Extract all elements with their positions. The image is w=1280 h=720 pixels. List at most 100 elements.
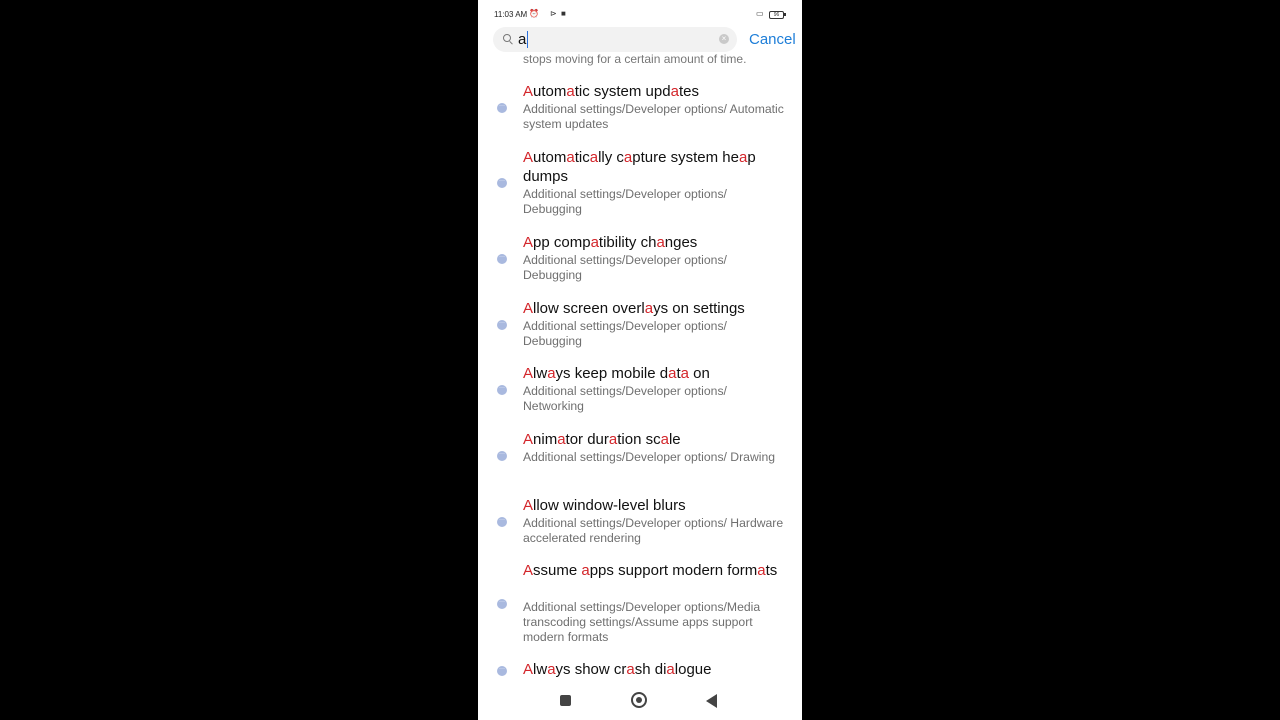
result-title-segment: ts xyxy=(765,562,778,579)
result-title: App compatibility changes xyxy=(523,233,793,252)
battery-icon: 96 xyxy=(769,11,784,19)
result-title-segment: A xyxy=(523,149,534,166)
result-title-segment: ys show cr xyxy=(555,661,627,678)
clear-icon[interactable]: × xyxy=(719,34,729,44)
result-title: Assume apps support modern formats xyxy=(523,561,793,580)
result-title-segment: A xyxy=(523,497,534,514)
partial-result-text: stops moving for a certain amount of tim… xyxy=(523,52,747,66)
result-settings-icon: ··· xyxy=(497,253,507,264)
result-title-segment: a xyxy=(608,431,618,448)
search-input[interactable]: a × xyxy=(493,27,737,52)
result-title-segment: tibility ch xyxy=(598,234,657,251)
result-title-segment: A xyxy=(523,365,534,382)
result-title-segment: lw xyxy=(533,365,548,382)
result-title-segment: a xyxy=(660,431,669,448)
cast-icon: ⊳ xyxy=(550,9,557,18)
back-button[interactable] xyxy=(706,694,717,708)
result-title: Animator duration scale xyxy=(523,430,793,449)
result-path: Additional settings/Developer options/ D… xyxy=(523,450,776,464)
phone-screen: 11:03 AM ⏰ ⊳ ■ ▭ 96 a × Cancel stops mov… xyxy=(478,0,802,720)
result-path: Additional settings/Developer options/ H… xyxy=(523,516,784,545)
result-title-segment: a xyxy=(626,661,635,678)
result-title-segment: llow screen overl xyxy=(533,300,645,317)
result-title-segment: tes xyxy=(678,83,699,100)
result-settings-icon: ··· xyxy=(497,319,507,330)
result-title-segment: sh di xyxy=(634,661,667,678)
search-icon xyxy=(503,34,511,42)
result-title: Allow window-level blurs xyxy=(523,496,793,515)
result-title-segment: a xyxy=(589,149,599,166)
navigation-bar xyxy=(478,678,802,720)
result-title-segment: utom xyxy=(533,83,567,100)
result-title-segment: A xyxy=(523,300,534,317)
result-title-segment: tor dur xyxy=(565,431,609,448)
result-title-segment: logue xyxy=(674,661,712,678)
cancel-button[interactable]: Cancel xyxy=(749,31,796,48)
result-title-segment: ssume xyxy=(533,562,582,579)
result-title-segment: a xyxy=(557,431,566,448)
result-settings-icon: ··· xyxy=(497,450,507,461)
result-settings-icon: ··· xyxy=(497,516,507,527)
result-title-segment: utom xyxy=(533,149,567,166)
result-title-segment: A xyxy=(523,431,534,448)
result-title-segment: nges xyxy=(664,234,698,251)
result-title-segment: A xyxy=(523,234,534,251)
result-title-segment: pp comp xyxy=(533,234,591,251)
result-title-segment: tion sc xyxy=(617,431,661,448)
result-settings-icon: ··· xyxy=(497,665,507,676)
result-title-segment: A xyxy=(523,562,534,579)
battery-cap xyxy=(784,13,786,16)
result-title-segment: A xyxy=(523,83,534,100)
sim-icon: ▭ xyxy=(756,9,764,18)
result-title: Always keep mobile data on xyxy=(523,364,793,383)
result-title-segment: tic system upd xyxy=(574,83,671,100)
alarm-icon: ⏰ xyxy=(529,9,539,18)
result-settings-icon: ··· xyxy=(497,384,507,395)
result-title-segment: a xyxy=(644,300,654,317)
result-path: Additional settings/Developer options/ A… xyxy=(523,102,784,131)
result-title-segment: a xyxy=(623,149,633,166)
result-title-segment: pps support modern form xyxy=(589,562,758,579)
result-title-segment: a xyxy=(670,83,679,100)
result-title: Always show crash dialogue xyxy=(523,660,793,678)
result-settings-icon: ··· xyxy=(497,598,507,609)
result-title-segment: a xyxy=(757,562,766,579)
result-title-segment: lw xyxy=(533,661,548,678)
result-title-segment: a xyxy=(680,365,689,382)
results-list[interactable]: stops moving for a certain amount of tim… xyxy=(478,52,802,678)
result-title-segment: a xyxy=(547,661,556,678)
result-title-segment: A xyxy=(523,661,534,678)
result-title-segment: le xyxy=(668,431,681,448)
result-title-segment: a xyxy=(581,562,590,579)
result-path: Additional settings/Developer options/ D… xyxy=(523,187,727,216)
result-title-segment: nim xyxy=(533,431,558,448)
result-title: Allow screen overlays on settings xyxy=(523,299,793,318)
result-title-segment: ys on settings xyxy=(653,300,745,317)
result-title-segment: a xyxy=(566,83,575,100)
result-path: Additional settings/Developer options/ N… xyxy=(523,384,727,413)
result-title-segment: on xyxy=(688,365,710,382)
result-title: Automatically capture system heap dumps xyxy=(523,148,793,186)
result-title-segment: tic xyxy=(574,149,590,166)
result-title-segment: llow window-level blurs xyxy=(533,497,686,514)
result-title-segment: a xyxy=(547,365,556,382)
result-path: Additional settings/Developer options/ D… xyxy=(523,319,727,348)
status-bar: 11:03 AM ⏰ ⊳ ■ ▭ 96 xyxy=(478,0,802,30)
result-settings-icon: ··· xyxy=(497,178,507,188)
result-title-segment: a xyxy=(590,234,599,251)
status-time: 11:03 AM xyxy=(494,10,528,19)
search-query[interactable]: a xyxy=(518,31,529,48)
recents-button[interactable] xyxy=(560,695,571,706)
result-title-segment: a xyxy=(566,149,575,166)
home-button[interactable] xyxy=(631,692,647,708)
result-title-segment: lly c xyxy=(598,149,624,166)
result-path: Additional settings/Developer options/ D… xyxy=(523,253,727,282)
result-title-segment: a xyxy=(656,234,665,251)
result-title-segment: a xyxy=(666,661,675,678)
result-path: Additional settings/Developer options/Me… xyxy=(523,600,761,644)
result-settings-icon: ··· xyxy=(497,102,507,113)
result-title-segment: ys keep mobile d xyxy=(555,365,669,382)
result-title: Automatic system updates xyxy=(523,82,793,101)
battery-level: 96 xyxy=(773,12,780,18)
video-icon: ■ xyxy=(561,9,566,18)
